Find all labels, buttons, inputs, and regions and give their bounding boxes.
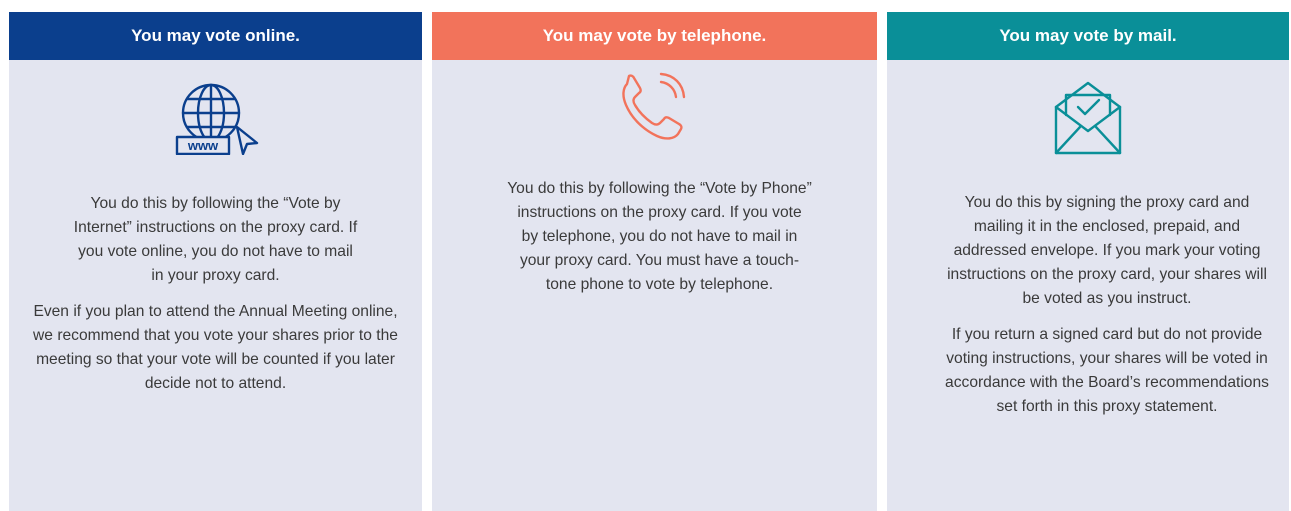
vote-online-paragraph-1: You do this by following the “Vote by In… — [73, 195, 358, 284]
www-label: www — [186, 138, 218, 153]
vote-mail-paragraph-1: You do this by signing the proxy card an… — [947, 194, 1267, 307]
vote-mail-text: You do this by signing the proxy card an… — [939, 191, 1275, 431]
vote-online-header: You may vote online. — [9, 12, 422, 60]
vote-telephone-text: You do this by following the “Vote by Ph… — [507, 177, 812, 309]
globe-www-cursor-icon: www — [9, 79, 422, 155]
vote-mail-paragraph-2: If you return a signed card but do not p… — [945, 326, 1269, 415]
vote-online-panel: You may vote online. www You do this by … — [9, 12, 422, 511]
vote-mail-header: You may vote by mail. — [887, 12, 1289, 60]
vote-mail-panel: You may vote by mail. You do this by sig… — [887, 12, 1289, 511]
vote-telephone-header: You may vote by telephone. — [432, 12, 877, 60]
vote-telephone-panel: You may vote by telephone. You do this b… — [432, 12, 877, 511]
vote-online-paragraph-2: Even if you plan to attend the Annual Me… — [33, 303, 398, 392]
vote-telephone-paragraph-1: You do this by following the “Vote by Ph… — [507, 180, 812, 293]
phone-ringing-icon — [432, 72, 877, 144]
envelope-check-icon — [887, 77, 1289, 157]
vote-online-text: You do this by following the “Vote by In… — [24, 192, 407, 408]
